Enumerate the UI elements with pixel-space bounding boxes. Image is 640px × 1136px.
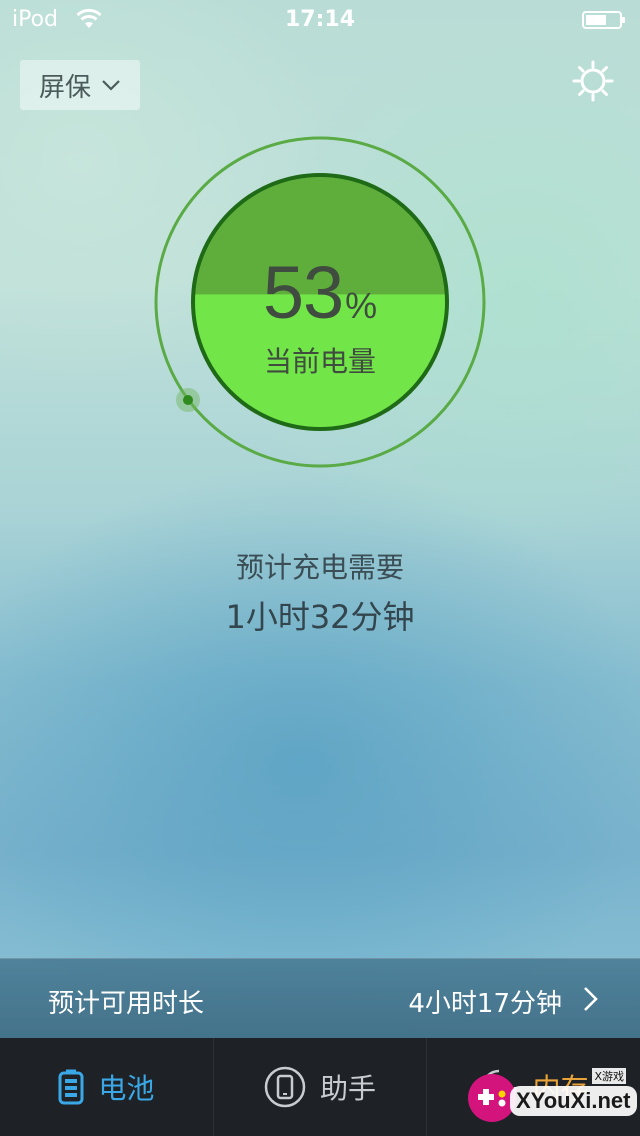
tab-battery-label: 电池 (98, 1072, 155, 1105)
status-bar: iPod 17:14 (0, 0, 640, 40)
charge-estimate-time: 1小时32分钟 (225, 598, 415, 636)
battery-status-icon (582, 11, 625, 29)
phone-icon (264, 1066, 306, 1108)
tab-memory[interactable]: 内存 (426, 1038, 640, 1136)
screensaver-dropdown[interactable]: 屏保 (20, 60, 140, 110)
battery-percent-value: 53 (262, 251, 344, 334)
battery-percent-sign: % (345, 285, 378, 326)
chevron-down-icon (102, 80, 120, 91)
memory-icon (481, 1069, 516, 1105)
battery-gauge: 53% 当前电量 (150, 132, 490, 472)
tab-bar: 电池 助手 内存 (0, 1038, 640, 1136)
tab-memory-label: 内存 (532, 1072, 589, 1105)
usable-duration-row[interactable]: 预计可用时长 4小时17分钟 (0, 958, 640, 1039)
chevron-right-icon (584, 987, 598, 1011)
settings-gear-icon[interactable] (572, 60, 614, 102)
usable-duration-value: 4小时17分钟 (408, 989, 562, 1019)
battery-percent: 53% (150, 250, 490, 335)
tab-battery[interactable]: 电池 (0, 1038, 213, 1136)
status-time: 17:14 (284, 7, 356, 32)
tab-assistant-label: 助手 (320, 1072, 377, 1105)
screensaver-label: 屏保 (38, 72, 91, 103)
charge-estimate-label: 预计充电需要 (235, 551, 404, 584)
gauge-knob (183, 395, 193, 405)
battery-icon (58, 1069, 84, 1105)
battery-caption: 当前电量 (263, 345, 376, 378)
usable-duration-label: 预计可用时长 (48, 989, 205, 1019)
tab-assistant[interactable]: 助手 (212, 1038, 427, 1136)
